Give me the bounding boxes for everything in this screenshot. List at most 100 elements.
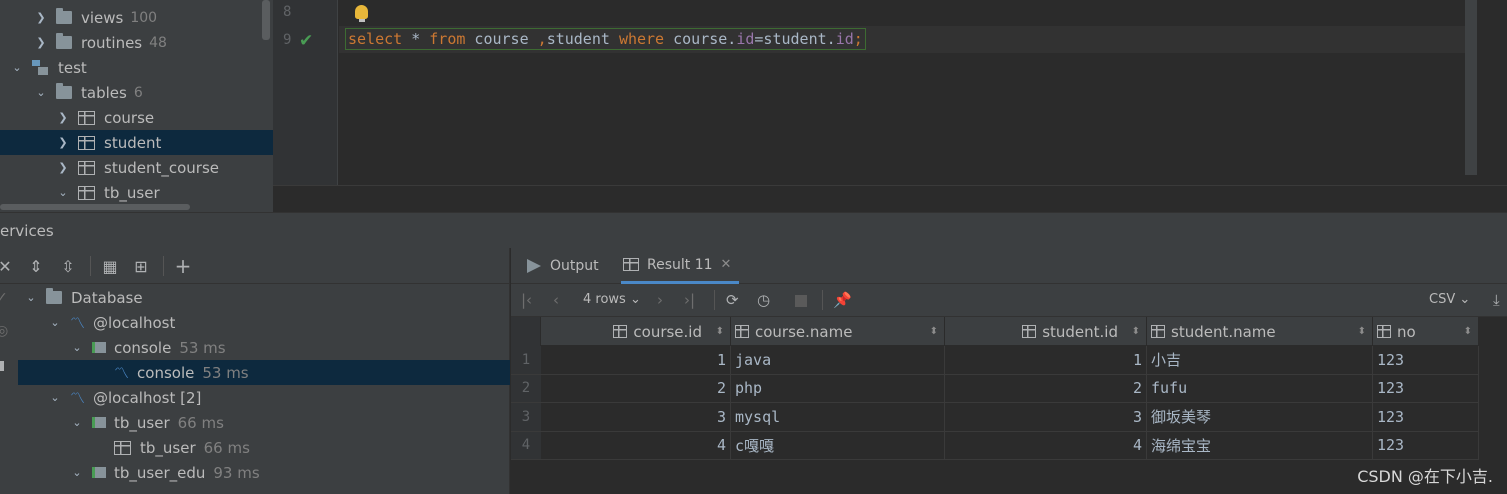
cell-student-name[interactable]: 御坂美琴 [1147,403,1373,431]
tree-item-views[interactable]: ❯ views 100 [0,5,273,30]
service-item-console[interactable]: 〽 console 53 ms [18,360,510,385]
next-page-icon[interactable]: › [657,291,663,309]
table-row[interactable]: 1 1 java 1 小吉 123 [511,346,1479,375]
stop-icon[interactable] [795,295,807,307]
column-header-student-name[interactable]: student.name ⬍ [1147,317,1373,346]
pin-icon[interactable]: 📌 [833,291,852,309]
close-icon[interactable]: ✕ [721,257,732,272]
column-header-course-id[interactable]: course.id ⬍ [541,317,731,346]
chevron-down-icon[interactable]: ⌄ [10,61,24,75]
service-item-tb-user[interactable]: tb_user 66 ms [18,435,510,460]
cell-student-name[interactable]: 海绵宝宝 [1147,431,1373,459]
cell-no[interactable]: 123 [1373,431,1479,459]
tree-item-tables[interactable]: ⌄ tables 6 [0,80,273,105]
chevron-right-icon[interactable]: ❯ [56,161,70,175]
sql-editor[interactable]: 8 9 ✔ select * from course ,student wher… [273,0,1507,212]
add-icon[interactable]: + [174,254,192,278]
code-token: * [402,30,430,48]
cell-student-id[interactable]: 3 [945,403,1147,431]
chevron-down-icon[interactable]: ⌄ [34,86,48,100]
tree-item-test-schema[interactable]: ⌄ test [0,55,273,80]
cell-student-id[interactable]: 4 [945,431,1147,459]
cell-student-name[interactable]: 小吉 [1147,346,1373,374]
chevron-right-icon[interactable]: ❯ [34,11,48,25]
expand-all-icon[interactable]: ⇕ [27,257,45,276]
editor-vscrollbar[interactable] [1465,0,1477,175]
close-icon[interactable]: ✕ [0,257,14,276]
settings-icon[interactable]: ◎ [0,323,8,339]
chevron-right-icon[interactable]: ❯ [56,111,70,125]
tree-item-student-course[interactable]: ❯ student_course [0,155,273,180]
chevron-down-icon[interactable]: ⌄ [56,186,70,200]
chevron-down-icon[interactable]: ⌄ [70,416,84,430]
cell-student-id[interactable]: 2 [945,374,1147,402]
cell-course-name[interactable]: java [731,346,945,374]
service-item-localhost[interactable]: ⌄ 〽 @localhost [18,310,510,335]
sort-icon[interactable]: ⬍ [1358,326,1366,337]
tree-item-student[interactable]: ❯ student [0,130,273,155]
sort-icon[interactable]: ⬍ [930,326,938,337]
cell-student-id[interactable]: 1 [945,346,1147,374]
first-page-icon[interactable]: |‹ [521,291,532,309]
lightbulb-icon[interactable] [355,5,368,19]
service-item-tb-user-edu[interactable]: ⌄ tb_user_edu 93 ms [18,460,510,485]
tab-output[interactable]: Output [527,248,607,284]
cell-course-id[interactable]: 4 [541,431,731,459]
chevron-down-icon[interactable]: ⌄ [48,391,62,405]
service-item-console-session[interactable]: ⌄ console 53 ms [18,335,510,360]
cell-course-id[interactable]: 1 [541,346,731,374]
tree-item-routines[interactable]: ❯ routines 48 [0,30,273,55]
column-header-student-id[interactable]: student.id ⬍ [945,317,1147,346]
collapse-all-icon[interactable]: ⇳ [59,257,77,276]
table-row[interactable]: 2 2 php 2 fufu 123 [511,374,1479,403]
cell-no[interactable]: 123 [1373,346,1479,374]
tree-item-tb-user[interactable]: ⌄ tb_user [0,180,273,205]
table-row[interactable]: 4 4 c嘎嘎 4 海绵宝宝 123 [511,431,1479,460]
cell-course-name[interactable]: c嘎嘎 [731,431,945,459]
cell-course-name[interactable]: mysql [731,403,945,431]
check-icon[interactable]: ✓ [0,290,8,306]
column-header-course-name[interactable]: course.name ⬍ [731,317,945,346]
cell-course-id[interactable]: 2 [541,374,731,402]
mysql-icon: 〽 [70,389,86,407]
sort-icon[interactable]: ⬍ [1132,326,1140,337]
tree-vscrollbar[interactable] [262,0,270,40]
chevron-right-icon[interactable]: ❯ [34,36,48,50]
rows-count[interactable]: 4 rows ⌄ [583,292,641,307]
last-page-icon[interactable]: ›| [684,291,695,309]
layout-icon[interactable]: ⊞ [132,257,150,276]
refresh-icon[interactable]: ⟳ [726,291,739,309]
layout-side-icon[interactable] [0,361,4,371]
table-icon [78,135,95,150]
cell-course-name[interactable]: php [731,374,945,402]
tree-item-course[interactable]: ❯ course [0,105,273,130]
toolbar-divider [822,290,823,310]
sort-icon[interactable]: ⬍ [716,326,724,337]
sort-icon[interactable]: ⬍ [1464,326,1472,337]
export-format-select[interactable]: CSV ⌄ [1429,292,1470,307]
column-icon [1022,325,1037,338]
cell-no[interactable]: 123 [1373,403,1479,431]
service-item-database[interactable]: ⌄ Database [18,285,510,310]
chevron-right-icon[interactable]: ❯ [56,136,70,150]
grid-header: course.id ⬍ course.name ⬍ student.id ⬍ stud… [511,317,1479,346]
download-icon[interactable]: ⤓ [1493,291,1500,309]
history-icon[interactable]: ◷ [757,291,770,309]
cell-no[interactable]: 123 [1373,374,1479,402]
cell-student-name[interactable]: fufu [1147,374,1373,402]
service-item-localhost-2[interactable]: ⌄ 〽 @localhost [2] [18,385,510,410]
tab-result[interactable]: Result 11 ✕ [621,248,739,284]
prev-page-icon[interactable]: ‹ [553,291,559,309]
table-row[interactable]: 3 3 mysql 3 御坂美琴 123 [511,403,1479,432]
tree-scrollbar[interactable] [0,204,190,210]
chevron-down-icon[interactable]: ⌄ [24,291,38,305]
column-header-no[interactable]: no ⬍ [1373,317,1479,346]
table-icon [78,110,95,125]
chevron-down-icon[interactable]: ⌄ [48,316,62,330]
service-item-tb-user-session[interactable]: ⌄ tb_user 66 ms [18,410,510,435]
group-by-icon[interactable]: ▦ [101,257,119,276]
cell-course-id[interactable]: 3 [541,403,731,431]
chevron-down-icon[interactable]: ⌄ [70,466,84,480]
sql-statement[interactable]: select * from course ,student where cour… [345,28,866,50]
chevron-down-icon[interactable]: ⌄ [70,341,84,355]
